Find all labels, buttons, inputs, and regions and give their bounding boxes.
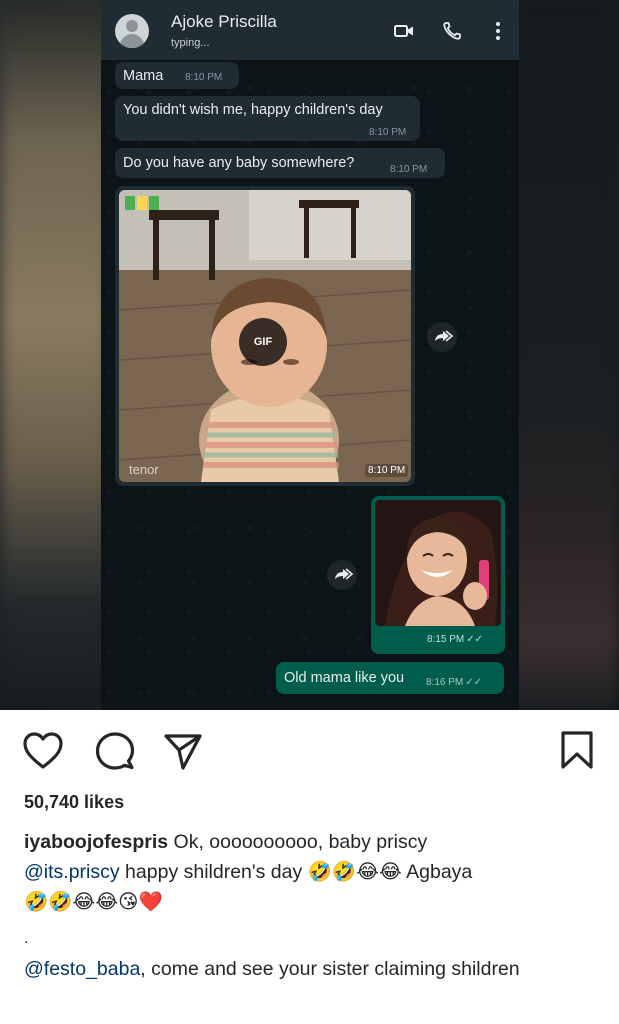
phone-icon (443, 22, 461, 40)
message-bubble: You didn't wish me, happy children's day… (115, 96, 420, 141)
contact-status: typing... (171, 37, 210, 49)
forward-icon (327, 560, 357, 590)
comment-text: , come and see your sister claiming shil… (140, 958, 520, 980)
caption-line: @festo_baba, come and see your sister cl… (24, 954, 604, 984)
more-vert-icon (496, 22, 500, 40)
person-icon (115, 14, 149, 48)
bookmark-icon[interactable] (560, 730, 594, 770)
blurred-background-right (509, 0, 619, 710)
video-call-icon (394, 25, 413, 37)
message-text: You didn't wish me, happy children's day (123, 102, 383, 118)
forward-icon (427, 322, 457, 352)
post-image[interactable]: Ajoke Priscilla typing... Mama 8:10 PM Y… (0, 0, 619, 710)
caption-text: happy shildren's day (119, 861, 308, 883)
gif-source-label: tenor (129, 462, 159, 477)
message-bubble: Mama 8:10 PM (115, 62, 239, 89)
contact-name: Ajoke Priscilla (171, 12, 277, 31)
message-text: Mama (123, 68, 164, 84)
caption-text: Ok, oooooooooo, baby priscy (168, 831, 428, 853)
emoji-laughing-kiss-heart: 🤣🤣😂😂😘❤️ (24, 890, 163, 913)
chat-header: Ajoke Priscilla typing... (101, 0, 519, 60)
blurred-background-left (0, 0, 110, 710)
message-time: 8:10 PM (365, 464, 409, 477)
whatsapp-chat-screenshot: Ajoke Priscilla typing... Mama 8:10 PM Y… (101, 0, 519, 710)
share-icon[interactable] (163, 731, 203, 771)
likes-count[interactable]: 50,740 likes (24, 792, 124, 813)
caption-separator: . (24, 930, 29, 947)
caption-username[interactable]: iyaboojofespris (24, 831, 168, 853)
message-text: Do you have any baby somewhere? (123, 155, 355, 171)
message-bubble-outgoing: Old mama like you 8:16 PM ✓✓ (276, 662, 504, 694)
gif-message: GIF tenor 8:10 PM (115, 186, 415, 486)
message-time: 8:15 PM ✓✓ (427, 634, 484, 645)
message-time: 8:10 PM (390, 164, 428, 175)
read-receipt-icon: ✓✓ (466, 634, 484, 645)
gif-badge[interactable]: GIF (239, 318, 287, 366)
read-receipt-icon: ✓✓ (465, 677, 483, 688)
caption-text: Agbaya (401, 861, 473, 883)
comment-mention[interactable]: @festo_baba (24, 958, 140, 980)
message-time: 8:16 PM ✓✓ (426, 677, 483, 688)
caption-mention[interactable]: @its.priscy (24, 861, 120, 883)
comment-icon[interactable] (95, 731, 135, 771)
message-time: 8:10 PM (185, 72, 223, 83)
emoji-laughing: 🤣🤣😂😂 (307, 860, 402, 883)
heart-icon[interactable] (22, 731, 64, 771)
message-text: Old mama like you (284, 670, 405, 686)
post-caption: iyaboojofespris Ok, oooooooooo, baby pri… (24, 827, 604, 917)
woman-laughing-photo (375, 500, 501, 626)
baby-gif-image: GIF tenor 8:10 PM (119, 190, 411, 482)
photo-message: 8:15 PM ✓✓ (371, 496, 505, 654)
message-bubble: Do you have any baby somewhere? 8:10 PM (115, 148, 445, 178)
message-time: 8:10 PM (369, 127, 407, 138)
